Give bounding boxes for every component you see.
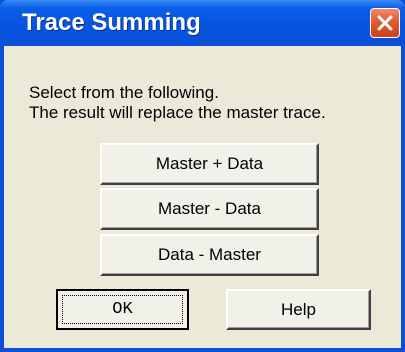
instruction-text: Select from the following. The result wi… — [29, 83, 326, 123]
instruction-line-2: The result will replace the master trace… — [29, 103, 326, 122]
ok-button-label: OK — [112, 300, 133, 319]
title-bar[interactable]: Trace Summing — [0, 0, 405, 46]
dialog-window: Trace Summing Select from the following.… — [0, 0, 405, 352]
close-button[interactable] — [370, 8, 400, 38]
data-minus-master-button[interactable]: Data - Master — [100, 234, 319, 276]
instruction-line-1: Select from the following. — [29, 83, 219, 102]
ok-button[interactable]: OK — [56, 289, 189, 330]
help-button[interactable]: Help — [226, 289, 371, 330]
window-title: Trace Summing — [22, 9, 201, 36]
window-frame-right — [401, 46, 405, 352]
master-plus-data-button[interactable]: Master + Data — [100, 143, 319, 185]
master-minus-data-button[interactable]: Master - Data — [100, 188, 319, 230]
